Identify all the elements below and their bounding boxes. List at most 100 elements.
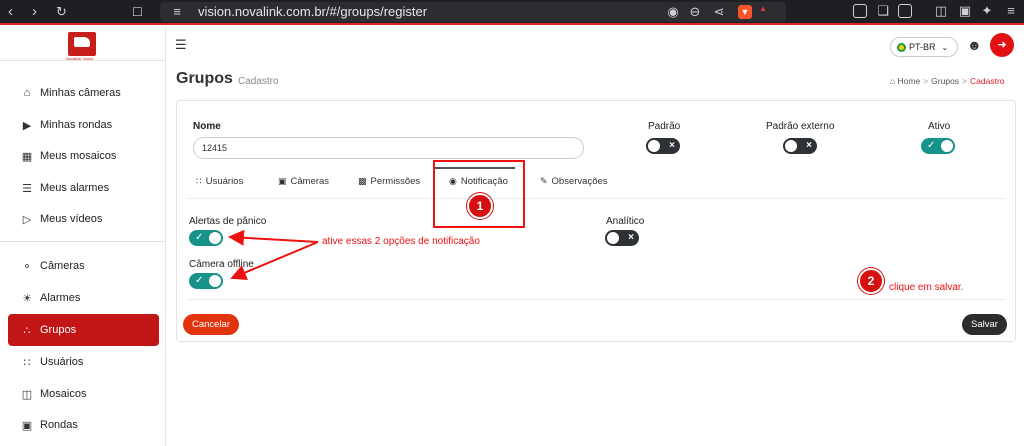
camera-icon: ▣	[278, 176, 287, 186]
user-profile-icon[interactable]: ☻	[967, 37, 982, 53]
sidebar-item-meus-alarmes[interactable]: ☰ Meus alarmes	[8, 172, 159, 204]
toggle-knob	[209, 232, 221, 244]
language-selector[interactable]: PT-BR ⌄	[890, 37, 958, 57]
location-icon[interactable]: ◉	[666, 5, 680, 19]
tab-label: Usuários	[205, 176, 244, 187]
x-icon: ×	[669, 140, 675, 151]
lock-icon: ▩	[358, 176, 367, 186]
chevron-down-icon: ⌄	[941, 42, 949, 52]
save-button[interactable]: Salvar	[962, 314, 1007, 335]
annotation-activate-note: ative essas 2 opções de notificação	[322, 236, 480, 247]
language-label: PT-BR	[909, 42, 936, 52]
tab-observacoes[interactable]: ✎ Observações	[540, 176, 608, 187]
sidebar-item-label: Câmeras	[40, 260, 85, 272]
sidebar-item-meus-videos[interactable]: ▷ Meus vídeos	[8, 203, 159, 235]
tab-label: Câmeras	[290, 176, 330, 187]
tab-cameras[interactable]: ▣ Câmeras	[278, 176, 329, 187]
sidebar-item-minhas-cameras[interactable]: ⌂ Minhas câmeras	[8, 77, 159, 109]
tab-label: Observações	[551, 176, 608, 187]
pencil-icon: ✎	[540, 176, 548, 186]
play-circle-icon: ▷	[22, 213, 32, 226]
bookmark-icon[interactable]: ☐	[132, 3, 143, 21]
sidebar-toggle-icon[interactable]: ◫	[934, 4, 948, 18]
page-title: Grupos	[176, 70, 233, 87]
home-icon: ⌂	[23, 87, 31, 99]
url-text[interactable]: vision.novalink.com.br/#/groups/register	[198, 4, 427, 19]
step-badge-1: 1	[467, 193, 493, 219]
sidebar-item-label: Grupos	[40, 324, 77, 336]
ai-icon[interactable]: ✦	[980, 4, 994, 18]
play-square-icon: ▶	[22, 119, 32, 132]
panic-alert-label: Alertas de pânico	[189, 216, 267, 227]
sidebar-item-label: Minhas rondas	[40, 119, 113, 131]
analytic-toggle[interactable]: ×	[605, 230, 639, 246]
sidebar-item-label: Usuários	[40, 356, 84, 368]
name-input[interactable]: 12415	[193, 137, 584, 159]
breadcrumb: ⌂ Home > Grupos > Cadastro	[890, 76, 1005, 86]
back-icon[interactable]: ‹	[8, 3, 13, 21]
breadcrumb-grupos[interactable]: Grupos	[931, 76, 959, 86]
sidebar-divider	[0, 241, 166, 242]
grid-icon: ▦	[21, 150, 33, 163]
ativo-toggle[interactable]: ✓	[921, 138, 955, 154]
sidebar-item-label: Meus vídeos	[40, 213, 103, 225]
sidebar-item-label: Alarmes	[40, 292, 81, 304]
tab-divider	[188, 198, 1006, 199]
sidebar-divider	[0, 60, 166, 61]
cancel-button[interactable]: Cancelar	[183, 314, 239, 335]
sidebar: Novalink Vision ⌂ Minhas câmeras ▶ Minha…	[0, 27, 166, 446]
puzzle-icon[interactable]: ❏	[876, 4, 890, 18]
users-icon: ∷	[196, 176, 202, 186]
novalink-logo	[68, 32, 96, 56]
padrao-externo-label: Padrão externo	[766, 121, 835, 132]
camera-offline-toggle[interactable]: ✓	[189, 273, 223, 289]
brave-shield-icon[interactable]: ▼	[738, 5, 752, 19]
reload-icon[interactable]: ↻	[56, 3, 67, 21]
padrao-label: Padrão	[648, 121, 681, 132]
browser-menu-icon[interactable]: ≡	[1004, 4, 1018, 18]
page-subtitle: Cadastro	[238, 76, 279, 87]
browser-toolbar: ‹ › ↻ ☐ ≡ vision.novalink.com.br/#/group…	[0, 0, 1024, 25]
camera-offline-label: Câmera offline	[189, 259, 254, 270]
extension-icon[interactable]	[853, 4, 867, 18]
sidebar-item-cameras[interactable]: ⚬ Câmeras	[8, 250, 159, 282]
reader-icon[interactable]	[898, 4, 912, 18]
mosaic-icon: ◫	[21, 388, 33, 401]
tab-usuarios[interactable]: ∷ Usuários	[196, 176, 243, 187]
zoom-icon[interactable]: ⊖	[688, 5, 702, 19]
x-icon: ×	[806, 140, 812, 151]
sidebar-item-minhas-rondas[interactable]: ▶ Minhas rondas	[8, 109, 159, 141]
sidebar-item-rondas[interactable]: ▣ Rondas	[8, 409, 159, 441]
ativo-label: Ativo	[928, 121, 951, 132]
toggle-knob	[648, 140, 660, 152]
sidebar-item-mosaicos[interactable]: ◫ Mosaicos	[8, 378, 159, 410]
sidebar-item-label: Meus alarmes	[40, 182, 110, 194]
wallet-icon[interactable]: ▣	[958, 4, 972, 18]
tab-permissoes[interactable]: ▩ Permissões	[358, 176, 420, 187]
logout-button[interactable]: ➜	[990, 33, 1014, 57]
brazil-flag-icon	[897, 42, 906, 52]
brave-rewards-icon[interactable]: ▲	[756, 2, 770, 16]
logout-icon: ➜	[997, 39, 1007, 51]
hamburger-menu-icon[interactable]: ☰	[175, 37, 187, 53]
padrao-toggle[interactable]: ×	[646, 138, 680, 154]
home-icon: ⌂	[890, 76, 896, 86]
rondas-icon: ▣	[21, 419, 33, 432]
sidebar-item-alarmes[interactable]: ☀ Alarmes	[8, 282, 159, 314]
address-bar[interactable]: ≡ vision.novalink.com.br/#/groups/regist…	[160, 2, 786, 22]
site-info-icon[interactable]: ≡	[170, 5, 184, 19]
sidebar-item-label: Minhas câmeras	[40, 87, 121, 99]
toggle-knob	[209, 275, 221, 287]
check-icon: ✓	[195, 275, 204, 286]
sidebar-item-label: Meus mosaicos	[40, 150, 117, 162]
share-icon[interactable]: ⋖	[712, 5, 726, 19]
analytic-label: Analítico	[606, 216, 645, 227]
panic-alert-toggle[interactable]: ✓	[189, 230, 223, 246]
sidebar-item-meus-mosaicos[interactable]: ▦ Meus mosaicos	[8, 140, 159, 172]
step-badge-2: 2	[858, 268, 884, 294]
forward-icon[interactable]: ›	[32, 3, 37, 21]
sidebar-item-grupos[interactable]: ∴ Grupos	[8, 314, 159, 346]
sidebar-item-usuarios[interactable]: ∷ Usuários	[8, 346, 159, 378]
breadcrumb-home[interactable]: Home	[898, 76, 921, 86]
padrao-externo-toggle[interactable]: ×	[783, 138, 817, 154]
